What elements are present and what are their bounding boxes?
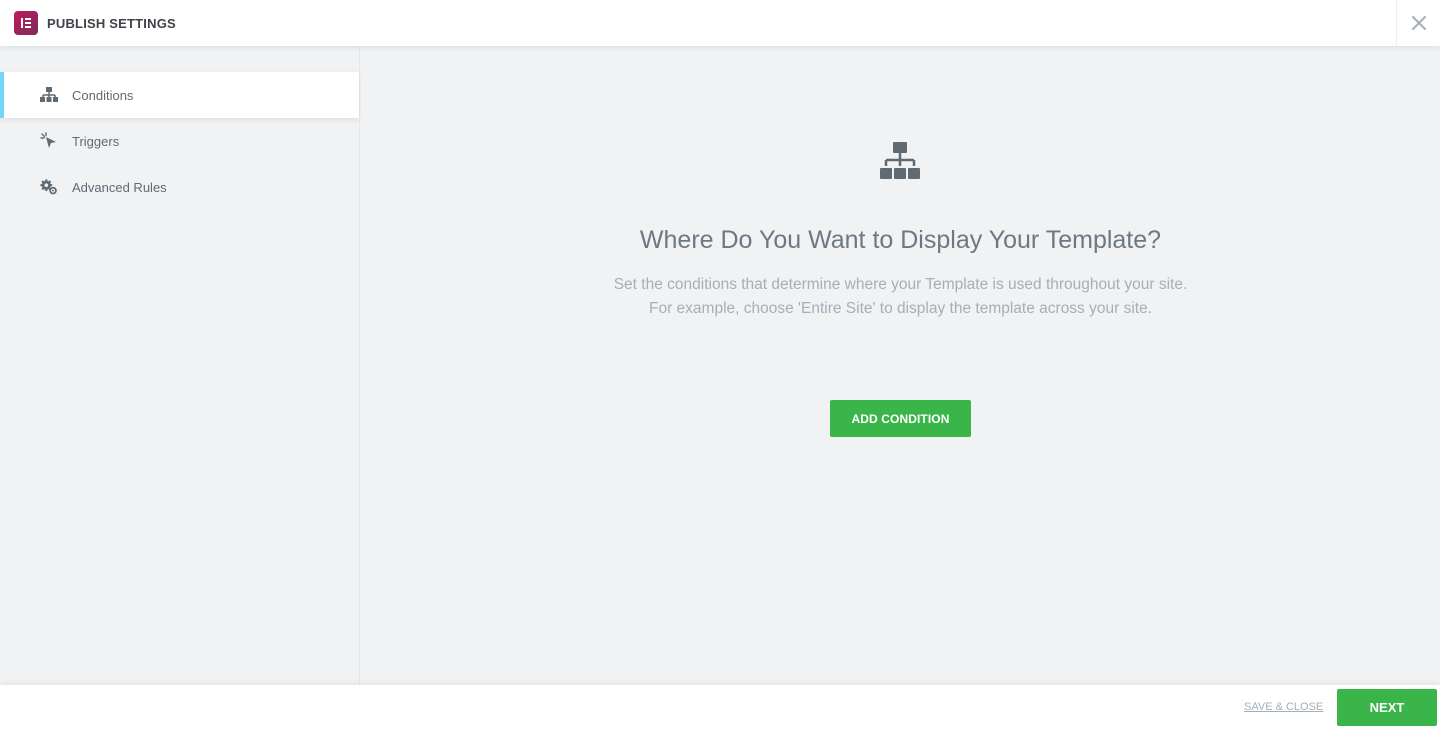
sitemap-icon [880, 142, 920, 185]
elementor-logo-icon [14, 11, 38, 35]
save-close-link[interactable]: SAVE & CLOSE [1244, 701, 1323, 713]
page-heading: Where Do You Want to Display Your Templa… [639, 226, 1162, 254]
sidebar-item-label: Triggers [72, 133, 120, 149]
sidebar: Conditions Triggers Advanced Rules [0, 46, 360, 685]
gears-icon [40, 178, 58, 196]
sidebar-item-conditions[interactable]: Conditions [0, 72, 359, 118]
sidebar-item-label: Conditions [72, 87, 134, 103]
main-panel: Where Do You Want to Display Your Templa… [361, 46, 1440, 685]
next-button[interactable]: NEXT [1337, 689, 1437, 726]
description-line: Set the conditions that determine where … [613, 276, 1188, 293]
sidebar-item-triggers[interactable]: Triggers [0, 118, 359, 164]
add-condition-button[interactable]: ADD CONDITION [830, 400, 971, 437]
close-button[interactable] [1396, 0, 1440, 46]
close-icon [1411, 16, 1426, 30]
page-description: Set the conditions that determine where … [361, 273, 1440, 321]
dialog-title: PUBLISH SETTINGS [47, 15, 176, 31]
description-line: For example, choose 'Entire Site' to dis… [648, 300, 1153, 317]
sidebar-item-label: Advanced Rules [72, 179, 167, 195]
header-bar: PUBLISH SETTINGS [0, 0, 1440, 46]
cursor-click-icon [40, 132, 58, 150]
sidebar-item-advanced-rules[interactable]: Advanced Rules [0, 164, 359, 210]
footer-bar: SAVE & CLOSE NEXT [0, 685, 1440, 731]
sitemap-icon [40, 86, 58, 104]
